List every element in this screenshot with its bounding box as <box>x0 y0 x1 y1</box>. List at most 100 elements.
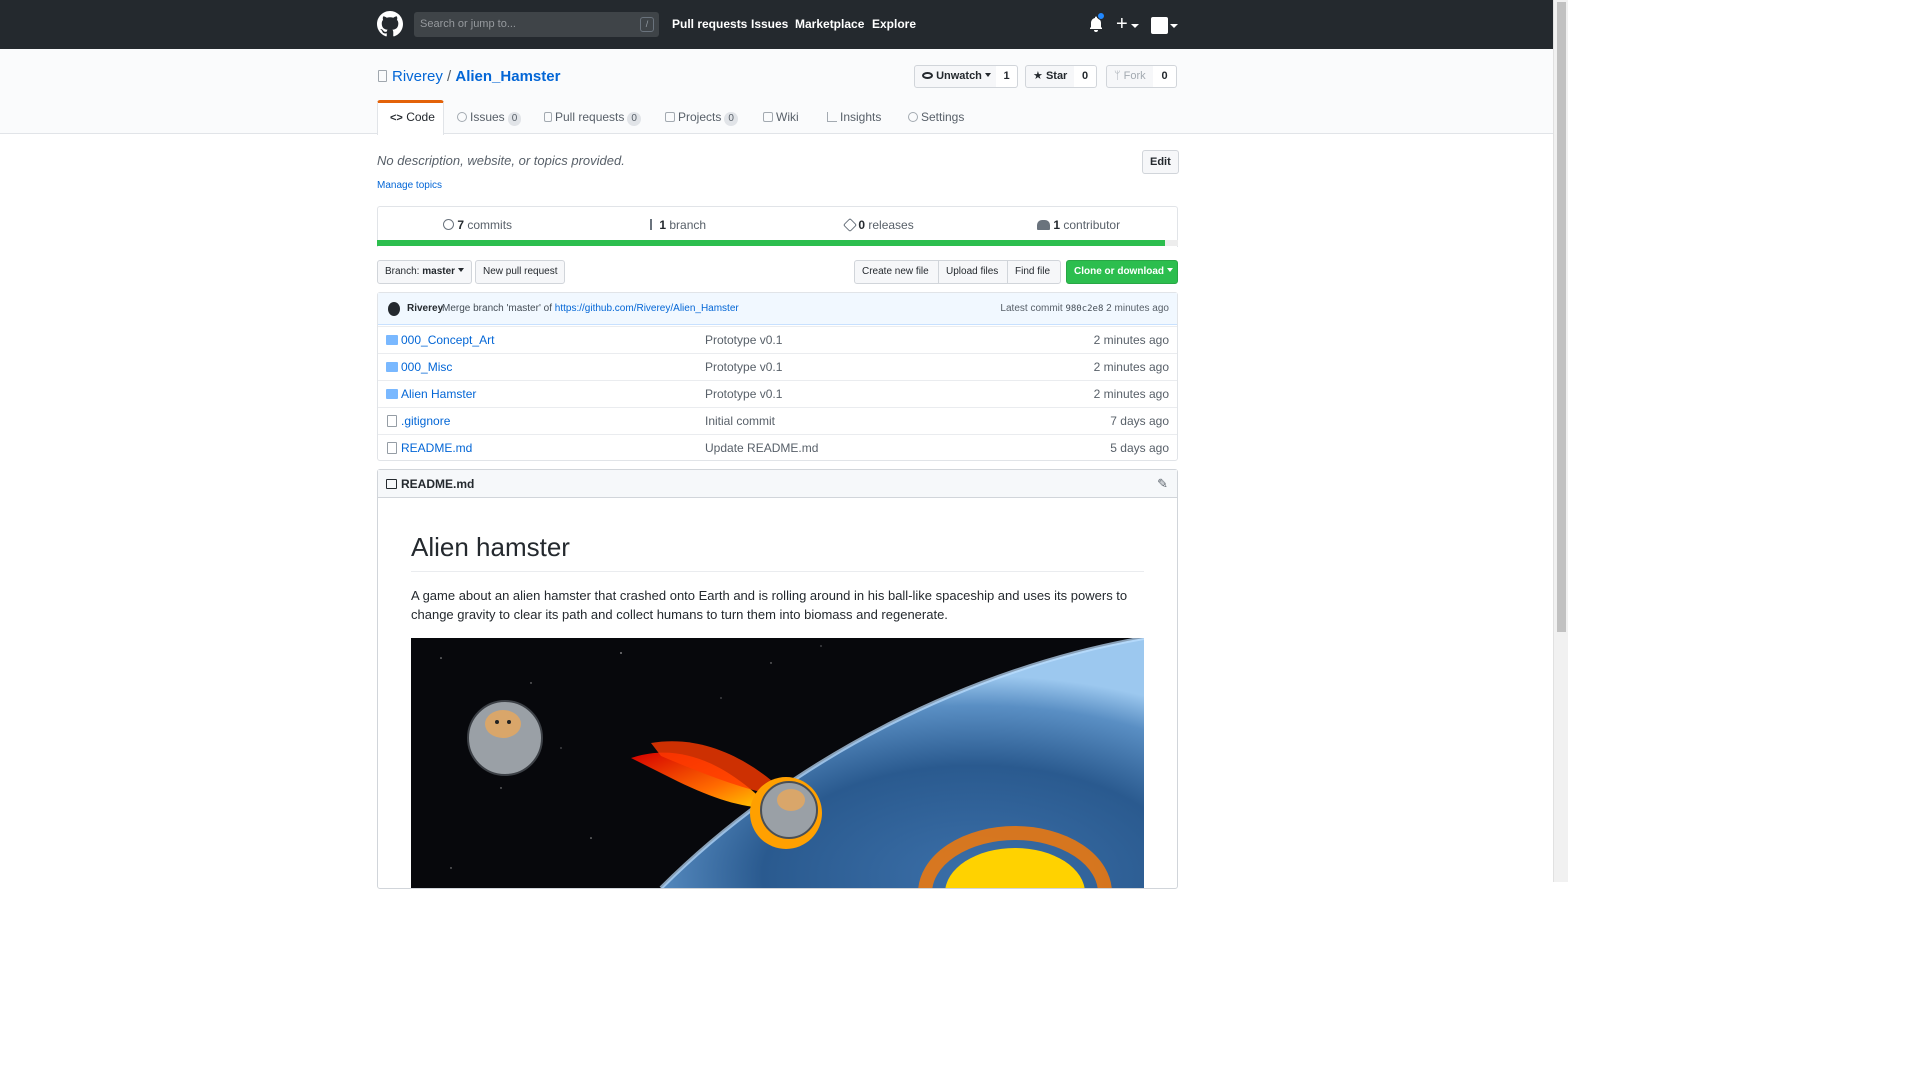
tab-insights[interactable]: Insights <box>827 101 881 134</box>
file-age: 7 days ago <box>1110 414 1169 428</box>
readme-paragraph: A game about an alien hamster that crash… <box>411 588 1128 622</box>
commit-author[interactable]: Riverey <box>407 293 443 325</box>
branches-link[interactable]: 1 branch <box>650 218 706 232</box>
find-file-button[interactable]: Find file <box>1007 260 1061 284</box>
page-scrollbar[interactable] <box>1553 0 1568 882</box>
eye-icon <box>922 72 933 79</box>
latest-commit-info: Latest commit 980c2e8 2 minutes ago <box>1000 293 1169 325</box>
edit-description-button[interactable]: Edit <box>1142 150 1179 174</box>
fork-button[interactable]: ᛘ Fork <box>1106 65 1154 88</box>
manage-topics-link[interactable]: Manage topics <box>377 180 442 191</box>
file-row[interactable]: Alien Hamster Prototype v0.1 2 minutes a… <box>378 380 1177 407</box>
readme-title: Alien hamster <box>411 532 570 562</box>
commits-count: 7 <box>457 218 465 232</box>
tag-icon <box>842 217 858 233</box>
star-button[interactable]: ★ Star <box>1025 65 1075 88</box>
nav-explore[interactable]: Explore <box>872 17 916 31</box>
pencil-icon[interactable]: ✎ <box>1157 470 1168 498</box>
commit-link[interactable]: https://github.com/Riverey/Alien_Hamster <box>555 303 739 314</box>
tab-issues[interactable]: Issues 0 <box>457 101 522 134</box>
file-commit-message[interactable]: Update README.md <box>705 435 818 461</box>
file-commit-message[interactable]: Prototype v0.1 <box>705 354 782 380</box>
file-row[interactable]: 000_Misc Prototype v0.1 2 minutes ago <box>378 353 1177 380</box>
avatar[interactable] <box>388 302 400 316</box>
tab-label: Settings <box>921 110 965 124</box>
slash-shortcut-hint: / <box>640 17 654 32</box>
graph-icon <box>827 112 837 122</box>
file-commit-message[interactable]: Prototype v0.1 <box>705 381 782 407</box>
tab-label: Code <box>406 110 435 124</box>
file-row[interactable]: 000_Concept_Art Prototype v0.1 2 minutes… <box>378 326 1177 353</box>
star-count[interactable]: 0 <box>1074 65 1097 88</box>
repo-title: Riverey / Alien_Hamster <box>392 68 560 85</box>
file-commit-message[interactable]: Initial commit <box>705 408 775 434</box>
file-commit-message[interactable]: Prototype v0.1 <box>705 327 782 353</box>
new-pull-request-button[interactable]: New pull request <box>475 260 566 284</box>
file-name-link[interactable]: .gitignore <box>401 408 450 434</box>
create-new-file-button[interactable]: Create new file <box>854 260 939 284</box>
file-row[interactable]: .gitignore Initial commit 7 days ago <box>378 407 1177 434</box>
contributors-link[interactable]: 1 contributor <box>1037 218 1120 232</box>
latest-commit-bar: Riverey Merge branch 'master' of https:/… <box>378 293 1177 325</box>
project-icon <box>665 112 675 122</box>
repo-owner-link[interactable]: Riverey <box>392 68 443 85</box>
contributors-count: 1 <box>1053 218 1061 232</box>
file-name-link[interactable]: 000_Misc <box>401 354 452 380</box>
upload-files-button[interactable]: Upload files <box>938 260 1008 284</box>
contributors-label: contributor <box>1063 218 1121 232</box>
tab-count: 0 <box>627 112 641 126</box>
unwatch-label: Unwatch <box>936 70 982 82</box>
github-logo-icon[interactable] <box>377 11 403 37</box>
branch-select-button[interactable]: Branch: master <box>377 260 472 284</box>
commit-time: 2 minutes ago <box>1106 303 1169 314</box>
file-name-link[interactable]: Alien Hamster <box>401 381 476 407</box>
tab-projects[interactable]: Projects 0 <box>665 101 738 134</box>
commits-link[interactable]: 7 commits <box>443 218 512 232</box>
releases-link[interactable]: 0 releases <box>842 217 914 233</box>
tab-wiki[interactable]: Wiki <box>763 101 799 134</box>
chevron-down-icon <box>1170 24 1178 28</box>
star-icon: ★ <box>1033 70 1043 82</box>
repo-name-link[interactable]: Alien_Hamster <box>455 68 560 85</box>
language-bar-remainder[interactable] <box>1165 240 1178 246</box>
file-name-link[interactable]: README.md <box>401 435 472 461</box>
file-name-link[interactable]: 000_Concept_Art <box>401 327 494 353</box>
language-bar[interactable] <box>377 240 1165 246</box>
nav-issues[interactable]: Issues <box>751 17 788 31</box>
gear-icon <box>908 112 918 122</box>
readme-filename: README.md <box>401 477 475 491</box>
scrollbar-thumb[interactable] <box>1557 2 1566 632</box>
plus-icon[interactable]: + <box>1116 12 1128 36</box>
commit-sha[interactable]: 980c2e8 <box>1065 304 1103 314</box>
folder-icon <box>386 335 398 345</box>
nav-marketplace[interactable]: Marketplace <box>795 17 864 31</box>
fork-label: Fork <box>1123 70 1146 82</box>
search-input[interactable]: Search or jump to... / <box>414 12 659 37</box>
branch-count: 1 <box>659 218 667 232</box>
file-icon <box>387 442 397 454</box>
unwatch-button[interactable]: Unwatch <box>914 65 997 88</box>
watch-count[interactable]: 1 <box>996 65 1018 88</box>
nav-pull-requests[interactable]: Pull requests <box>672 17 747 31</box>
releases-count: 0 <box>858 218 866 232</box>
tab-count: 0 <box>724 112 738 126</box>
tab-pull-requests[interactable]: Pull requests 0 <box>544 101 641 134</box>
branch-prefix: Branch: <box>385 266 420 277</box>
tab-label: Insights <box>840 110 882 124</box>
commit-message-text: Merge branch 'master' of <box>442 303 552 314</box>
tab-code[interactable]: <> Code <box>390 101 435 134</box>
avatar[interactable] <box>1151 17 1168 34</box>
chevron-down-icon <box>1166 268 1173 272</box>
clone-or-download-button[interactable]: Clone or download <box>1066 260 1178 284</box>
commits-label: commits <box>467 218 513 232</box>
star-label: Star <box>1045 70 1068 82</box>
readme-game-artwork[interactable] <box>411 638 1144 888</box>
tab-settings[interactable]: Settings <box>908 101 964 134</box>
file-row[interactable]: README.md Update README.md 5 days ago <box>378 434 1177 461</box>
file-age: 5 days ago <box>1110 441 1169 455</box>
chevron-down-icon <box>1131 24 1139 28</box>
heading-divider <box>411 571 1144 572</box>
folder-icon <box>386 389 398 399</box>
fork-count[interactable]: 0 <box>1153 65 1177 88</box>
tab-label: Pull requests <box>555 110 625 124</box>
